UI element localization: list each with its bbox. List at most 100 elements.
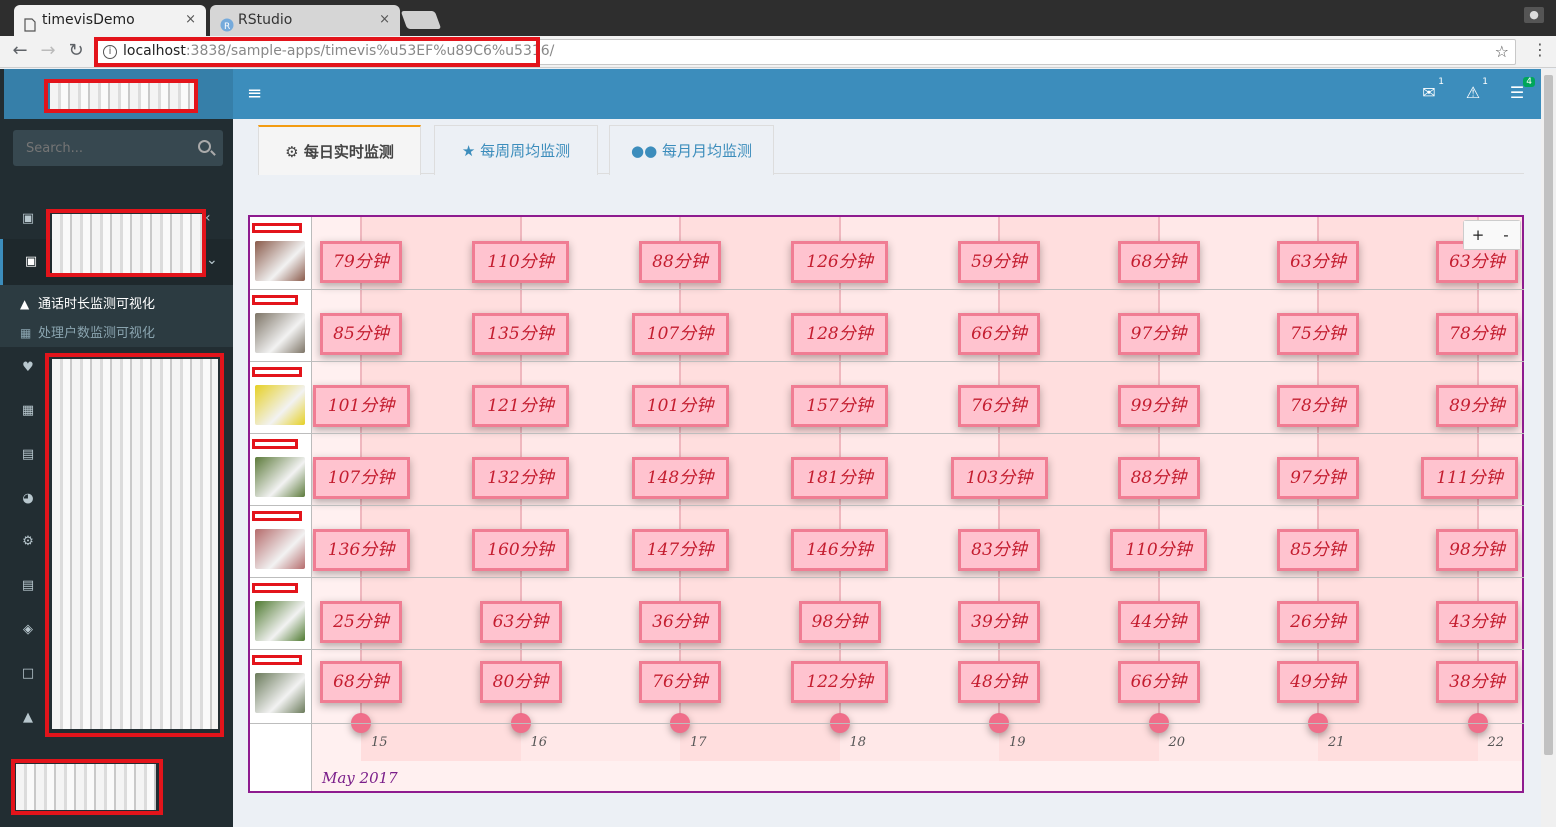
timeline-item[interactable]: 66分钟 <box>958 313 1040 355</box>
submenu-item-call-duration[interactable]: ▲ 通话时长监测可视化 <box>20 293 155 312</box>
timeline-item[interactable]: 59分钟 <box>958 241 1040 283</box>
timeline-item[interactable]: 101分钟 <box>312 385 410 427</box>
timeline-item[interactable]: 107分钟 <box>631 313 729 355</box>
timeline-item[interactable]: 107分钟 <box>312 457 410 499</box>
timeline-item[interactable]: 101分钟 <box>631 385 729 427</box>
timeline-item[interactable]: 36分钟 <box>639 601 721 643</box>
tab-monthly-monitor[interactable]: ●● 每月月均监测 <box>609 125 774 175</box>
menu-dots-icon[interactable]: ⋮ <box>1532 40 1548 59</box>
sidebar: ▣ ‹ ▣ ⌄ ▲通话时长监测可视化 ▦处理户数监测可视化 ♥ ▦ ▤ ◕ ⚙ … <box>0 69 233 827</box>
timeline-item[interactable]: 25分钟 <box>320 601 402 643</box>
timeline-item[interactable]: 48分钟 <box>958 661 1040 703</box>
timeline-item[interactable]: 132分钟 <box>472 457 569 499</box>
close-tab-icon[interactable]: × <box>379 5 390 35</box>
timeline-item[interactable]: 157分钟 <box>791 385 888 427</box>
page-icon <box>24 13 36 32</box>
timeline-item[interactable]: 88分钟 <box>1117 457 1200 499</box>
timevis-timeline: May 2017 15 16 17 18 19 20 21 22 79分钟 110分钟 88分钟 12… <box>248 215 1524 793</box>
axis-day-label: 19 <box>1009 735 1026 750</box>
search-icon[interactable] <box>198 140 211 153</box>
redaction-box <box>94 37 540 67</box>
back-arrow-icon[interactable]: ← <box>10 40 30 61</box>
bell-icon: ▲ <box>23 710 33 725</box>
tab-weekly-monitor[interactable]: ★ 每周周均监测 <box>434 125 598 175</box>
timeline-item[interactable]: 68分钟 <box>1117 241 1200 283</box>
timeline-body: May 2017 15 16 17 18 19 20 21 22 79分钟 110分钟 88分钟 12… <box>312 217 1522 791</box>
timeline-item[interactable]: 68分钟 <box>320 661 402 703</box>
timeline-item[interactable]: 88分钟 <box>639 241 721 283</box>
timeline-item[interactable]: 63分钟 <box>1277 241 1359 283</box>
timeline-item[interactable]: 83分钟 <box>958 529 1040 571</box>
timeline-item[interactable]: 66分钟 <box>1117 661 1200 703</box>
timeline-item[interactable]: 122分钟 <box>791 661 888 703</box>
tab-label: 每周周均监测 <box>480 142 571 160</box>
timeline-item[interactable]: 148分钟 <box>631 457 729 499</box>
group-avatar <box>255 385 305 425</box>
timeline-item[interactable]: 63分钟 <box>479 601 562 643</box>
timeline-item[interactable]: 146分钟 <box>791 529 888 571</box>
timeline-item[interactable]: 39分钟 <box>958 601 1040 643</box>
timeline-item[interactable]: 103分钟 <box>950 457 1048 499</box>
timeline-item[interactable]: 89分钟 <box>1436 385 1518 427</box>
reload-icon[interactable]: ↻ <box>66 40 86 61</box>
timeline-item[interactable]: 98分钟 <box>1436 529 1518 571</box>
forward-arrow-icon[interactable]: → <box>38 40 58 61</box>
timeline-item[interactable]: 99分钟 <box>1117 385 1200 427</box>
row-divider <box>250 433 1524 434</box>
timeline-item[interactable]: 160分钟 <box>472 529 569 571</box>
timeline-item[interactable]: 76分钟 <box>639 661 721 703</box>
timeline-item[interactable]: 75分钟 <box>1277 313 1359 355</box>
timeline-item[interactable]: 76分钟 <box>958 385 1040 427</box>
timeline-item[interactable]: 121分钟 <box>472 385 569 427</box>
timeline-item[interactable]: 80分钟 <box>479 661 562 703</box>
row-divider <box>250 289 1524 290</box>
timeline-item[interactable]: 97分钟 <box>1277 457 1359 499</box>
timeline-item[interactable]: 38分钟 <box>1436 661 1518 703</box>
timeline-item[interactable]: 110分钟 <box>1110 529 1207 571</box>
timeline-item[interactable]: 135分钟 <box>472 313 569 355</box>
timeline-item[interactable]: 78分钟 <box>1277 385 1359 427</box>
timeline-item[interactable]: 147分钟 <box>631 529 729 571</box>
timeline-item[interactable]: 26分钟 <box>1277 601 1359 643</box>
timeline-item[interactable]: 97分钟 <box>1117 313 1200 355</box>
timeline-item[interactable]: 44分钟 <box>1117 601 1200 643</box>
timeline-item[interactable]: 79分钟 <box>320 241 402 283</box>
browser-tab-rstudio[interactable]: R RStudio × <box>210 5 400 36</box>
timeline-item[interactable]: 181分钟 <box>791 457 888 499</box>
scrollbar-thumb[interactable] <box>1544 75 1553 755</box>
timeline-item[interactable]: 85分钟 <box>1277 529 1359 571</box>
sidebar-search-input[interactable] <box>13 130 183 166</box>
timeline-item[interactable]: 111分钟 <box>1421 457 1518 499</box>
warning-icon[interactable]: ⚠ 1 <box>1463 77 1488 102</box>
group-avatar <box>255 529 305 569</box>
zoom-out-button[interactable]: - <box>1492 221 1520 249</box>
sidebar-search <box>13 130 223 166</box>
area-chart-icon: ▲ <box>20 297 30 311</box>
timeline-item[interactable]: 98分钟 <box>798 601 881 643</box>
profile-icon[interactable]: ● <box>1524 7 1544 23</box>
submenu-item-households[interactable]: ▦ 处理户数监测可视化 <box>20 322 155 341</box>
zoom-in-button[interactable]: + <box>1464 221 1492 249</box>
envelope-icon[interactable]: ✉ 1 <box>1419 77 1444 102</box>
timeline-item[interactable]: 78分钟 <box>1436 313 1518 355</box>
page-scrollbar[interactable] <box>1541 69 1556 827</box>
timeline-item[interactable]: 126分钟 <box>791 241 888 283</box>
timeline-item[interactable]: 128分钟 <box>791 313 888 355</box>
chevron-down-icon[interactable]: ⌄ <box>206 252 218 268</box>
sidebar-toggle-icon[interactable]: ≡ <box>247 83 262 104</box>
new-tab-button[interactable] <box>400 11 442 29</box>
close-tab-icon[interactable]: × <box>185 5 196 35</box>
browser-tab-timevisdemo[interactable]: timevisDemo × <box>14 5 206 36</box>
timeline-item[interactable]: 85分钟 <box>320 313 402 355</box>
timeline-item[interactable]: 49分钟 <box>1277 661 1359 703</box>
star-icon[interactable]: ☆ <box>1495 42 1509 61</box>
tab-daily-monitor[interactable]: ⚙ 每日实时监测 <box>258 125 421 175</box>
tasks-icon[interactable]: ☰ 4 <box>1507 77 1535 102</box>
row-divider <box>250 723 1524 724</box>
timeline-item[interactable]: 136分钟 <box>312 529 410 571</box>
row-divider <box>250 649 1524 650</box>
zoom-controls: + - <box>1463 220 1521 250</box>
timeline-item[interactable]: 43分钟 <box>1436 601 1518 643</box>
row-divider <box>250 577 1524 578</box>
timeline-item[interactable]: 110分钟 <box>472 241 569 283</box>
